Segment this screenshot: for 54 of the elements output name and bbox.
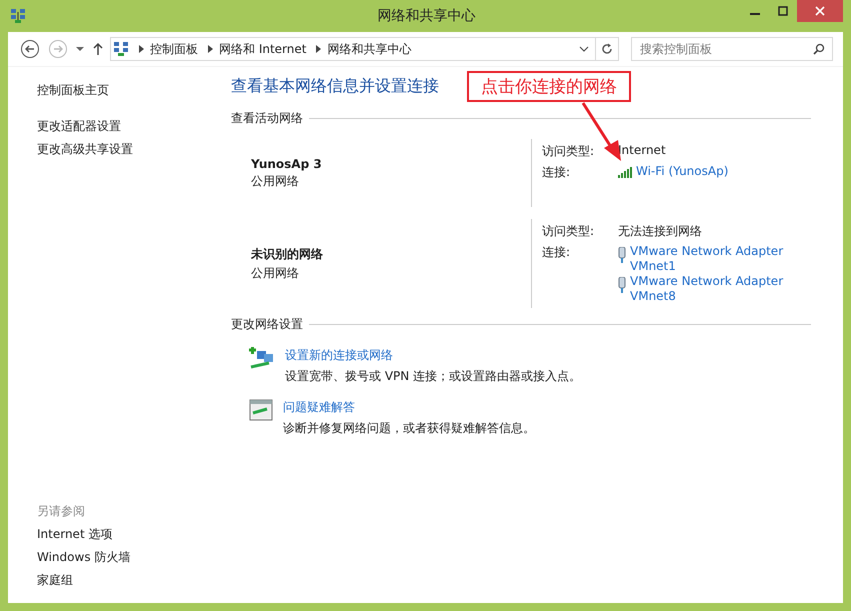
recent-dropdown[interactable] — [74, 46, 86, 52]
breadcrumb[interactable]: 控制面板 — [150, 40, 198, 58]
see-also-link[interactable]: Windows 防火墙 — [37, 548, 231, 566]
breadcrumb[interactable]: 网络和共享中心 — [327, 40, 412, 58]
chevron-icon — [316, 45, 322, 53]
sidebar-link[interactable]: 更改适配器设置 — [37, 117, 231, 135]
task-description: 诊断并修复网络问题，或者获得疑难解答信息。 — [283, 420, 535, 437]
task-link[interactable]: 设置新的连接或网络 — [285, 347, 582, 364]
refresh-button[interactable] — [595, 37, 619, 61]
see-also-link[interactable]: Internet 选项 — [37, 525, 231, 543]
back-button[interactable] — [18, 39, 42, 59]
connection-link[interactable]: VMware Network Adapter VMnet1 — [630, 244, 790, 274]
chevron-icon — [139, 45, 144, 53]
search-icon — [813, 43, 825, 55]
network-icon — [113, 41, 129, 57]
maximize-icon — [778, 6, 788, 16]
network-plug-icon — [618, 247, 626, 263]
close-icon — [815, 6, 825, 16]
connection-label: 连接: — [542, 164, 572, 181]
new-connection-icon — [249, 347, 275, 371]
breadcrumb[interactable]: 网络和 Internet — [219, 40, 306, 58]
access-type-label: 访问类型: — [542, 143, 596, 160]
task-description: 设置宽带、拨号或 VPN 连接；或设置路由器或接入点。 — [285, 368, 582, 385]
signal-bars-icon — [618, 167, 632, 178]
section-title: 查看活动网络 — [231, 110, 303, 127]
network-name: YunosAp 3 — [251, 156, 323, 170]
close-button[interactable] — [797, 0, 843, 22]
refresh-icon — [601, 43, 613, 55]
network-name: 未识别的网络 — [251, 246, 324, 262]
dropdown-icon[interactable] — [579, 46, 589, 52]
see-also-link[interactable]: 家庭组 — [37, 571, 231, 589]
window-title: 网络和共享中心 — [376, 7, 476, 25]
access-type-label: 访问类型: — [542, 223, 596, 240]
minimize-icon — [750, 13, 760, 15]
connection-link[interactable]: VMware Network Adapter VMnet8 — [630, 274, 790, 304]
sidebar-link[interactable]: 更改高级共享设置 — [37, 140, 231, 158]
task-link[interactable]: 问题疑难解答 — [283, 399, 535, 416]
connection-link[interactable]: Wi-Fi (YunosAp) — [636, 164, 796, 179]
network-type: 公用网络 — [251, 264, 300, 282]
network-type: 公用网络 — [251, 172, 300, 190]
network-plug-icon — [618, 277, 626, 293]
address-bar[interactable]: 控制面板 网络和 Internet 网络和共享中心 — [110, 37, 596, 61]
network-icon — [10, 8, 26, 24]
sidebar-link[interactable]: 控制面板主页 — [37, 81, 231, 99]
see-also-heading: 另请参阅 — [37, 503, 86, 520]
search-field[interactable]: 搜索控制面板 — [631, 37, 833, 61]
connection-label: 连接: — [542, 244, 572, 261]
annotation-callout: 点击你连接的网络 — [467, 71, 631, 102]
access-type-value: 无法连接到网络 — [618, 223, 702, 240]
access-type-value: Internet — [618, 143, 666, 159]
chevron-icon — [208, 45, 213, 53]
page-heading: 查看基本网络信息并设置连接 — [231, 76, 439, 97]
section-title: 更改网络设置 — [231, 316, 303, 333]
troubleshoot-icon — [249, 399, 273, 421]
